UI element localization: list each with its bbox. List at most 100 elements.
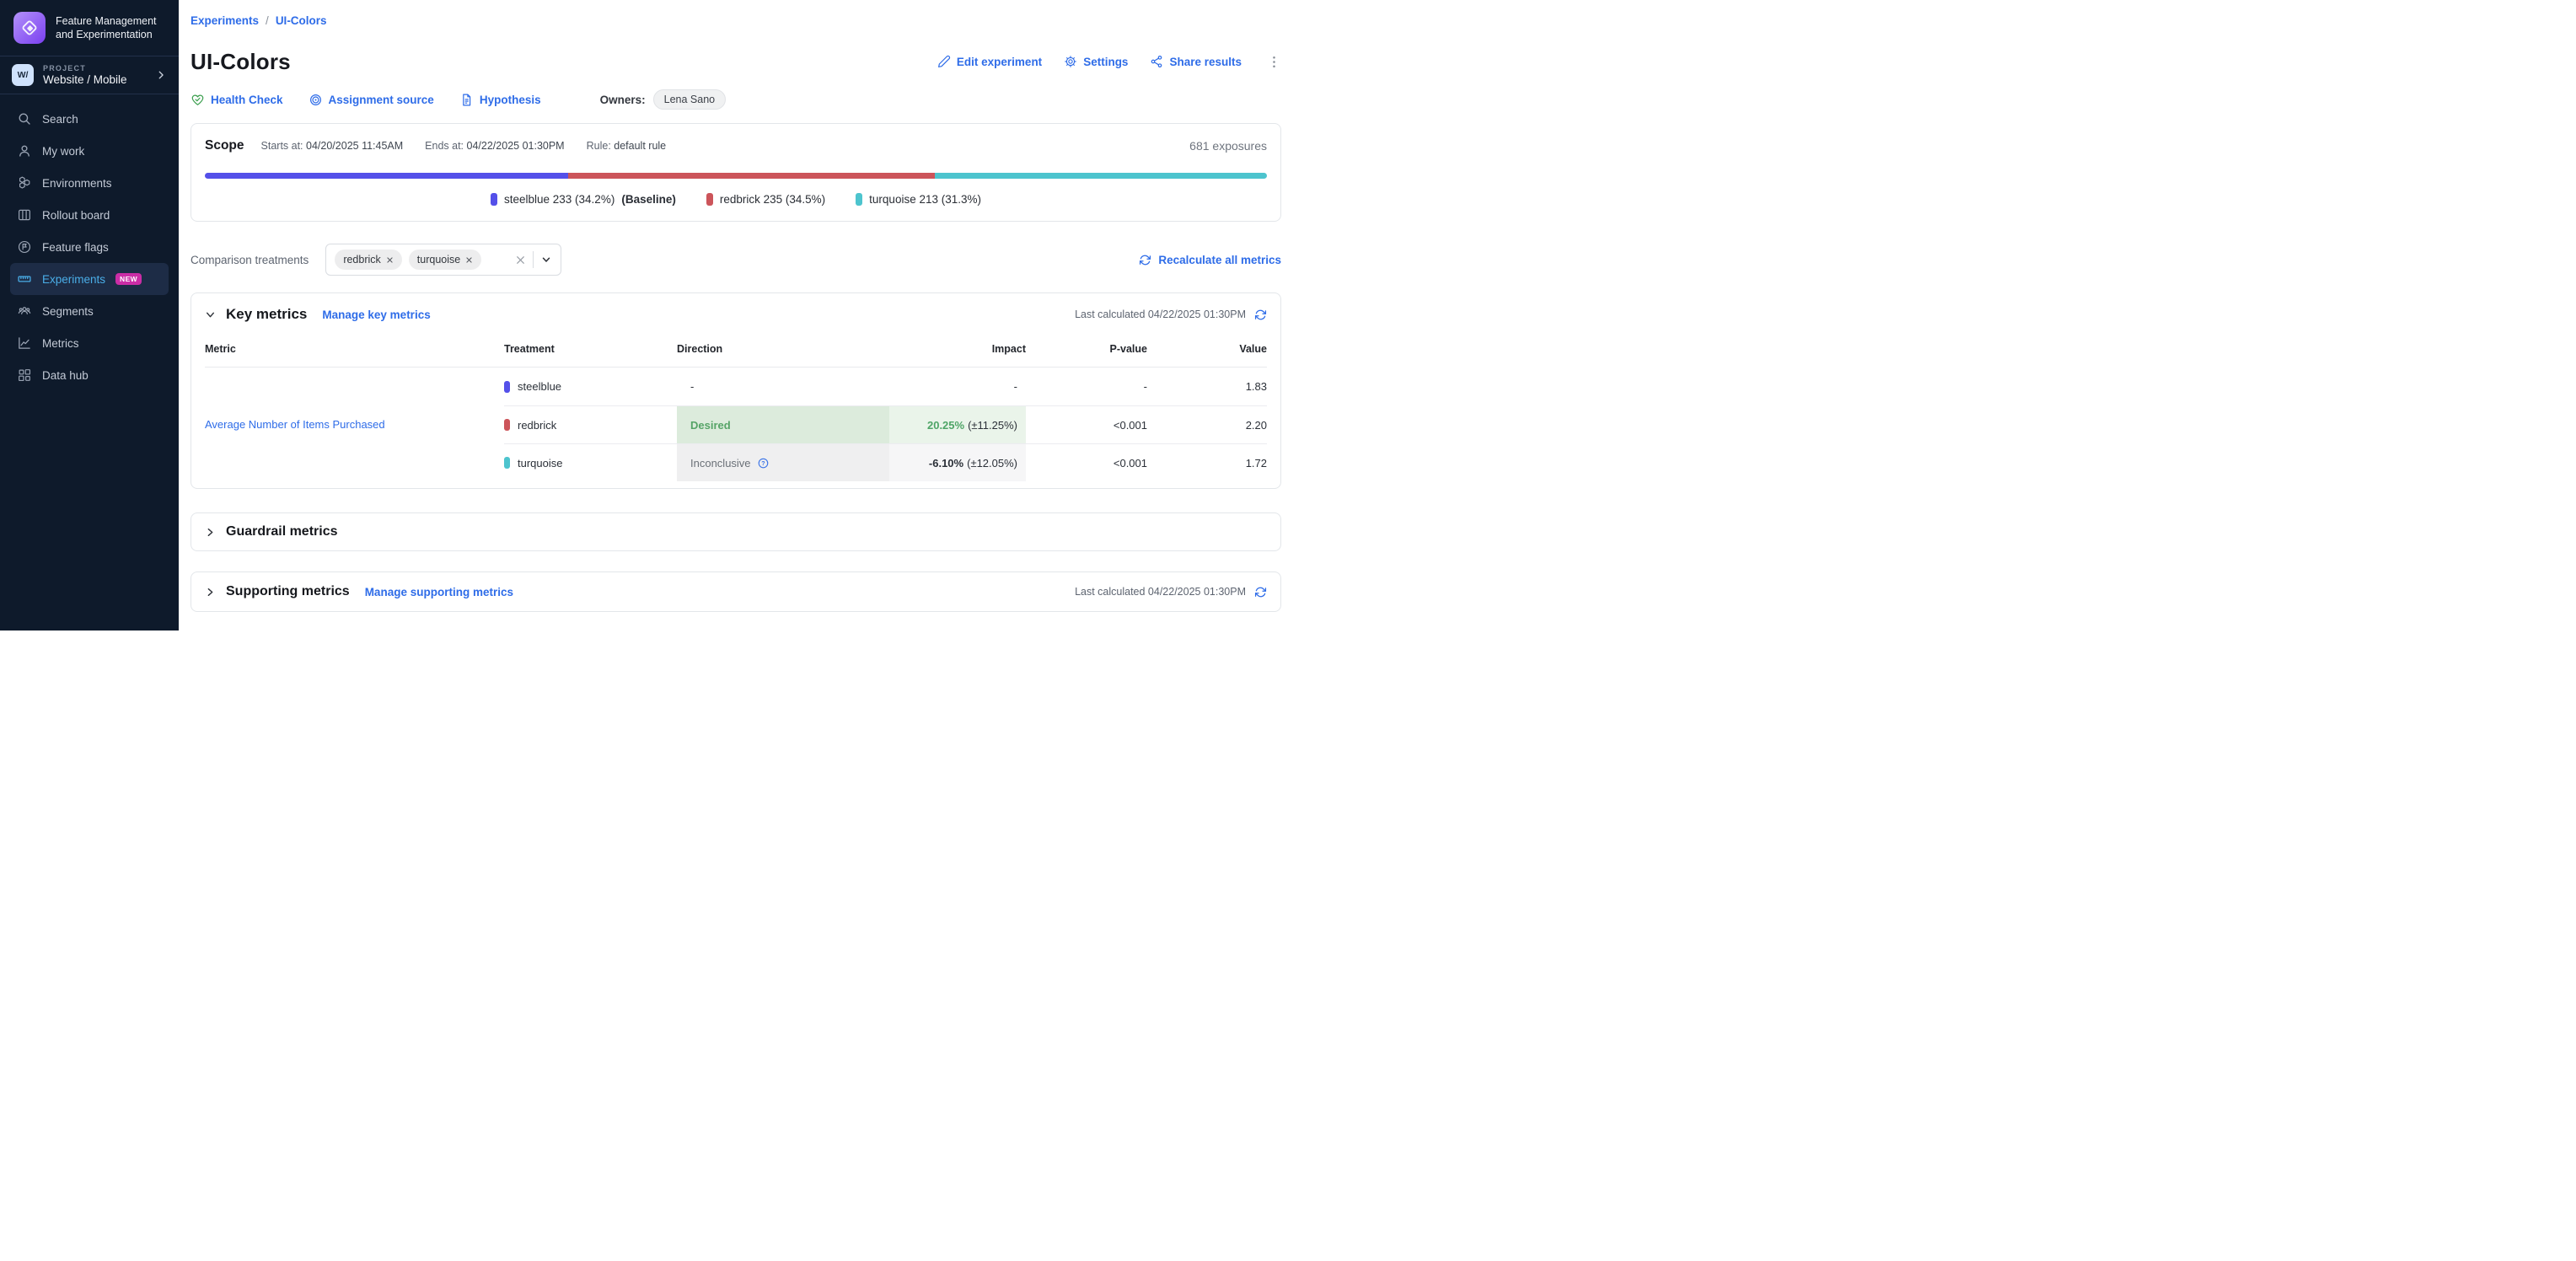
last-calculated-text: Last calculated 04/22/2025 01:30PM bbox=[1075, 309, 1246, 320]
chip-label: turquoise bbox=[417, 254, 460, 266]
recalculate-all-metrics-button[interactable]: Recalculate all metrics bbox=[1139, 254, 1281, 266]
legend-item-turquoise: turquoise 213 (31.3%) bbox=[856, 193, 981, 206]
impact-value: 20.25% bbox=[927, 419, 964, 432]
value-cell: 1.83 bbox=[1161, 368, 1267, 405]
new-badge: NEW bbox=[115, 273, 142, 285]
redbrick-swatch bbox=[706, 193, 713, 206]
share-results-button[interactable]: Share results bbox=[1150, 55, 1242, 68]
expand-supporting-metrics-button[interactable] bbox=[205, 587, 216, 598]
health-check-link[interactable]: Health Check bbox=[191, 93, 283, 107]
refresh-supporting-metrics-button[interactable] bbox=[1254, 586, 1267, 598]
clear-selection-button[interactable] bbox=[515, 255, 526, 266]
edit-experiment-button[interactable]: Edit experiment bbox=[937, 55, 1042, 68]
owners: Owners: Lena Sano bbox=[600, 89, 727, 110]
project-text: PROJECT Website / Mobile bbox=[43, 64, 146, 86]
comparison-row: Comparison treatments redbrick turquoise bbox=[191, 244, 1281, 276]
project-badge: W/ bbox=[12, 64, 34, 86]
sidebar-item-search[interactable]: Search bbox=[10, 103, 169, 135]
person-icon bbox=[17, 143, 32, 158]
hypothesis-link[interactable]: Hypothesis bbox=[459, 93, 541, 107]
redbrick-swatch bbox=[504, 419, 510, 431]
app-logo-row[interactable]: Feature Management and Experimentation bbox=[0, 0, 179, 56]
hexagons-icon bbox=[17, 175, 32, 190]
p-value-cell: <0.001 bbox=[1026, 405, 1161, 443]
impact-cell: -6.10% (±12.05%) bbox=[889, 443, 1026, 481]
sidebar-nav: Search My work Environments Rollout boar… bbox=[0, 94, 179, 400]
key-metrics-card: Key metrics Manage key metrics Last calc… bbox=[191, 292, 1281, 489]
scope-starts: Starts at: 04/20/2025 11:45AM bbox=[261, 140, 404, 152]
chip-redbrick[interactable]: redbrick bbox=[335, 250, 401, 270]
title-row: UI-Colors Edit experiment Settings Share… bbox=[191, 47, 1281, 76]
impact-ci: (±12.05%) bbox=[967, 457, 1017, 470]
sidebar-item-environments[interactable]: Environments bbox=[10, 167, 169, 199]
breadcrumb-current[interactable]: UI-Colors bbox=[276, 14, 327, 27]
distribution-segment-redbrick bbox=[568, 173, 935, 179]
owner-chip[interactable]: Lena Sano bbox=[653, 89, 726, 110]
manage-key-metrics-link[interactable]: Manage key metrics bbox=[322, 309, 430, 321]
people-group-icon bbox=[17, 303, 32, 319]
sidebar-item-data-hub[interactable]: Data hub bbox=[10, 359, 169, 391]
supporting-metrics-lastcalc: Last calculated 04/22/2025 01:30PM bbox=[1075, 586, 1267, 598]
page-title: UI-Colors bbox=[191, 47, 291, 76]
app-logo-icon bbox=[13, 12, 46, 44]
column-header-treatment: Treatment bbox=[504, 330, 677, 368]
manage-supporting-metrics-link[interactable]: Manage supporting metrics bbox=[365, 586, 513, 598]
close-icon bbox=[515, 255, 526, 266]
direction-cell: Desired bbox=[677, 405, 889, 443]
expand-guardrail-metrics-button[interactable] bbox=[205, 527, 216, 538]
column-header-metric: Metric bbox=[205, 330, 504, 368]
refresh-icon bbox=[1139, 254, 1151, 266]
select-divider bbox=[533, 251, 534, 268]
breadcrumb-experiments[interactable]: Experiments bbox=[191, 14, 259, 27]
comparison-treatments-select[interactable]: redbrick turquoise bbox=[325, 244, 561, 276]
guardrail-metrics-card: Guardrail metrics bbox=[191, 512, 1281, 551]
sidebar-item-rollout-board[interactable]: Rollout board bbox=[10, 199, 169, 231]
chevron-down-icon[interactable] bbox=[540, 254, 552, 266]
direction-cell: - bbox=[677, 368, 889, 405]
direction-cell: Inconclusive ? bbox=[677, 443, 889, 481]
supporting-metrics-card: Supporting metrics Manage supporting met… bbox=[191, 571, 1281, 612]
sidebar-item-feature-flags[interactable]: Feature flags bbox=[10, 231, 169, 263]
assignment-source-link[interactable]: Assignment source bbox=[309, 93, 434, 107]
recalculate-label: Recalculate all metrics bbox=[1158, 254, 1281, 266]
sidebar-item-label: Environments bbox=[42, 177, 112, 190]
scope-ends: Ends at: 04/22/2025 01:30PM bbox=[425, 140, 564, 152]
remove-chip-icon[interactable] bbox=[386, 256, 394, 264]
share-icon bbox=[1150, 55, 1163, 68]
sidebar-item-metrics[interactable]: Metrics bbox=[10, 327, 169, 359]
kebab-icon bbox=[1267, 55, 1281, 69]
rule-value: default rule bbox=[614, 140, 666, 152]
sidebar-item-experiments[interactable]: Experiments NEW bbox=[10, 263, 169, 295]
settings-button[interactable]: Settings bbox=[1064, 55, 1128, 68]
flag-circle-icon bbox=[17, 239, 32, 255]
treatment-cell-redbrick: redbrick bbox=[504, 405, 677, 443]
refresh-key-metrics-button[interactable] bbox=[1254, 309, 1267, 321]
sidebar-item-segments[interactable]: Segments bbox=[10, 295, 169, 327]
sidebar-item-my-work[interactable]: My work bbox=[10, 135, 169, 167]
sidebar-item-label: Rollout board bbox=[42, 209, 110, 222]
impact-value: - bbox=[1014, 380, 1017, 393]
scope-card: Scope Starts at: 04/20/2025 11:45AM Ends… bbox=[191, 123, 1281, 222]
heart-check-icon bbox=[191, 93, 205, 107]
ruler-icon bbox=[17, 271, 32, 287]
scope-rule: Rule: default rule bbox=[587, 140, 667, 152]
impact-cell: 20.25% (±11.25%) bbox=[889, 405, 1026, 443]
starts-value: 04/20/2025 11:45AM bbox=[306, 140, 403, 152]
legend-label: turquoise 213 (31.3%) bbox=[869, 193, 981, 206]
comparison-treatments-label: Comparison treatments bbox=[191, 254, 309, 266]
turquoise-swatch bbox=[504, 457, 510, 469]
remove-chip-icon[interactable] bbox=[465, 256, 473, 264]
more-actions-button[interactable] bbox=[1267, 55, 1281, 69]
refresh-icon bbox=[1254, 309, 1267, 321]
help-icon[interactable]: ? bbox=[757, 457, 770, 470]
metric-link[interactable]: Average Number of Items Purchased bbox=[205, 418, 385, 431]
impact-value: -6.10% bbox=[929, 457, 963, 470]
exposures-count: 681 exposures bbox=[1189, 139, 1267, 153]
chevron-right-icon bbox=[155, 69, 167, 81]
assignment-source-label: Assignment source bbox=[329, 94, 434, 106]
treatment-cell-steelblue: steelblue bbox=[504, 368, 677, 405]
chip-turquoise[interactable]: turquoise bbox=[409, 250, 481, 270]
project-switcher[interactable]: W/ PROJECT Website / Mobile bbox=[0, 56, 179, 94]
p-value-cell: - bbox=[1026, 368, 1161, 405]
collapse-key-metrics-button[interactable] bbox=[205, 309, 216, 320]
